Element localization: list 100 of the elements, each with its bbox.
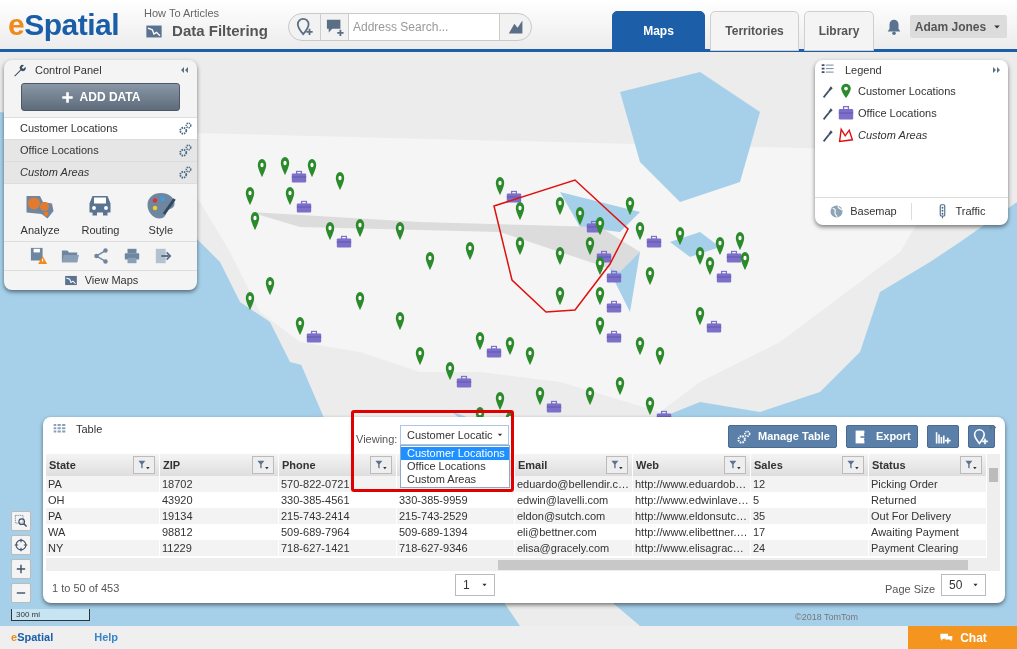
vertical-scrollbar[interactable]	[987, 454, 1000, 558]
double-chevron-icon	[992, 65, 1002, 75]
add-point-button[interactable]	[967, 425, 995, 448]
collapse-button[interactable]	[179, 65, 189, 75]
toolbar-button[interactable]: Export	[845, 425, 918, 448]
map-attribution: ©2018 TomTom	[795, 611, 858, 624]
address-search-field[interactable]: Address Search...	[349, 14, 499, 40]
column-filter-button[interactable]	[724, 456, 746, 474]
flashlight-icon	[821, 84, 834, 98]
user-menu-button[interactable]: Adam Jones	[910, 15, 1007, 38]
location-pin-icon	[305, 158, 319, 178]
mountain-icon	[506, 19, 525, 35]
office-marker-icon	[486, 345, 502, 359]
page-dropdown[interactable]: 1	[455, 574, 495, 596]
filter-icon	[964, 458, 978, 472]
layer-row[interactable]: Custom Areas	[4, 161, 197, 183]
location-pin-icon	[423, 251, 437, 271]
location-pin-icon	[493, 391, 507, 411]
layer-label[interactable]: Office Locations	[20, 142, 178, 159]
nav-tab[interactable]: Territories	[710, 11, 799, 51]
zoom-out-button[interactable]	[11, 583, 31, 603]
zoom-area-button[interactable]	[11, 511, 31, 531]
location-pin-icon	[573, 206, 587, 226]
nav-tab[interactable]: Maps	[612, 11, 705, 51]
dropdown-option[interactable]: Office Locations	[401, 460, 509, 473]
page-size-dropdown[interactable]: 50	[941, 574, 986, 596]
plus-icon	[60, 90, 74, 104]
layer-label[interactable]: Customer Locations	[20, 120, 178, 137]
logout-button[interactable]	[153, 246, 172, 265]
location-pin-icon	[623, 196, 637, 216]
location-pin-icon	[613, 376, 627, 396]
caret-icon	[481, 582, 488, 588]
location-pin-icon	[533, 386, 547, 406]
location-pin-icon	[643, 396, 657, 416]
tool-button[interactable]: Routing	[74, 190, 127, 239]
record-count: 1 to 50 of 453	[52, 581, 120, 596]
column-filter-button[interactable]	[252, 456, 274, 474]
crosshair-icon	[14, 538, 28, 552]
zoom-in-button[interactable]	[11, 559, 31, 579]
add-chart-button[interactable]	[926, 425, 959, 448]
tool-button[interactable]: Analyze	[14, 190, 67, 239]
dropdown-option[interactable]: Custom Areas	[401, 473, 509, 486]
page-size-label: Page Size	[885, 582, 936, 597]
table-cell: elisa@gracely.com	[515, 540, 633, 556]
save-warning-icon	[29, 246, 48, 265]
office-marker-icon	[456, 375, 472, 389]
print-icon	[122, 246, 141, 265]
location-pin-icon	[243, 291, 257, 311]
location-pin-icon	[693, 306, 707, 326]
location-pin-icon	[263, 276, 277, 296]
filter-icon	[610, 458, 624, 472]
column-filter-button[interactable]	[606, 456, 628, 474]
locate-button[interactable]	[11, 535, 31, 555]
print-button[interactable]	[122, 246, 141, 265]
column-filter-button[interactable]	[842, 456, 864, 474]
save-button[interactable]	[29, 246, 48, 265]
legend-button[interactable]: Traffic	[911, 203, 1008, 220]
horizontal-scrollbar[interactable]	[46, 558, 1000, 571]
office-marker-icon	[606, 330, 622, 344]
tool-button[interactable]: Style	[134, 190, 187, 239]
caret-icon	[972, 582, 979, 588]
table-cell: 11229	[160, 540, 279, 556]
collapse-button[interactable]	[992, 65, 1002, 75]
office-marker-icon	[606, 300, 622, 314]
layer-row[interactable]: Customer Locations	[4, 117, 197, 139]
toolbar-button[interactable]: Manage Table	[728, 425, 837, 448]
flashlight-icon	[821, 106, 834, 120]
office-marker-icon	[726, 250, 742, 264]
location-pin-icon	[413, 346, 427, 366]
location-pin-icon	[243, 186, 257, 206]
espatial-logo[interactable]: eSpatial	[11, 629, 54, 646]
view-maps-button[interactable]: View Maps	[4, 269, 197, 290]
add-data-button[interactable]: ADD DATA	[21, 83, 180, 111]
expand-button[interactable]	[989, 423, 998, 432]
location-pin-icon	[513, 201, 527, 221]
location-pin-icon	[703, 256, 717, 276]
column-filter-button[interactable]	[133, 456, 155, 474]
location-pin-icon	[553, 246, 567, 266]
layer-row[interactable]: Office Locations	[4, 139, 197, 161]
location-pin-icon	[278, 156, 292, 176]
layer-label[interactable]: Custom Areas	[20, 164, 178, 181]
wrench-icon	[12, 62, 27, 78]
zoom-area-icon	[14, 514, 28, 528]
location-pin-icon	[393, 221, 407, 241]
notifications-button[interactable]	[885, 18, 903, 36]
layer-dropdown[interactable]: Customer Locatic	[400, 425, 509, 445]
share-button[interactable]	[91, 246, 110, 265]
column-filter-button[interactable]	[370, 456, 392, 474]
location-pin-icon	[493, 176, 507, 196]
legend-button[interactable]: Basemap	[815, 203, 911, 220]
scale-bar: 300 mi	[11, 609, 90, 621]
gears-icon	[178, 143, 193, 158]
location-pin-icon	[583, 236, 597, 256]
office-marker-icon	[336, 235, 352, 249]
column-filter-button[interactable]	[960, 456, 982, 474]
double-chevron-icon	[179, 65, 189, 75]
breadcrumb-link[interactable]: How To Articles	[144, 6, 268, 20]
office-marker-icon	[706, 320, 722, 334]
espatial-logo[interactable]: eSpatial	[8, 9, 120, 40]
nav-tab[interactable]: Library	[804, 11, 874, 51]
